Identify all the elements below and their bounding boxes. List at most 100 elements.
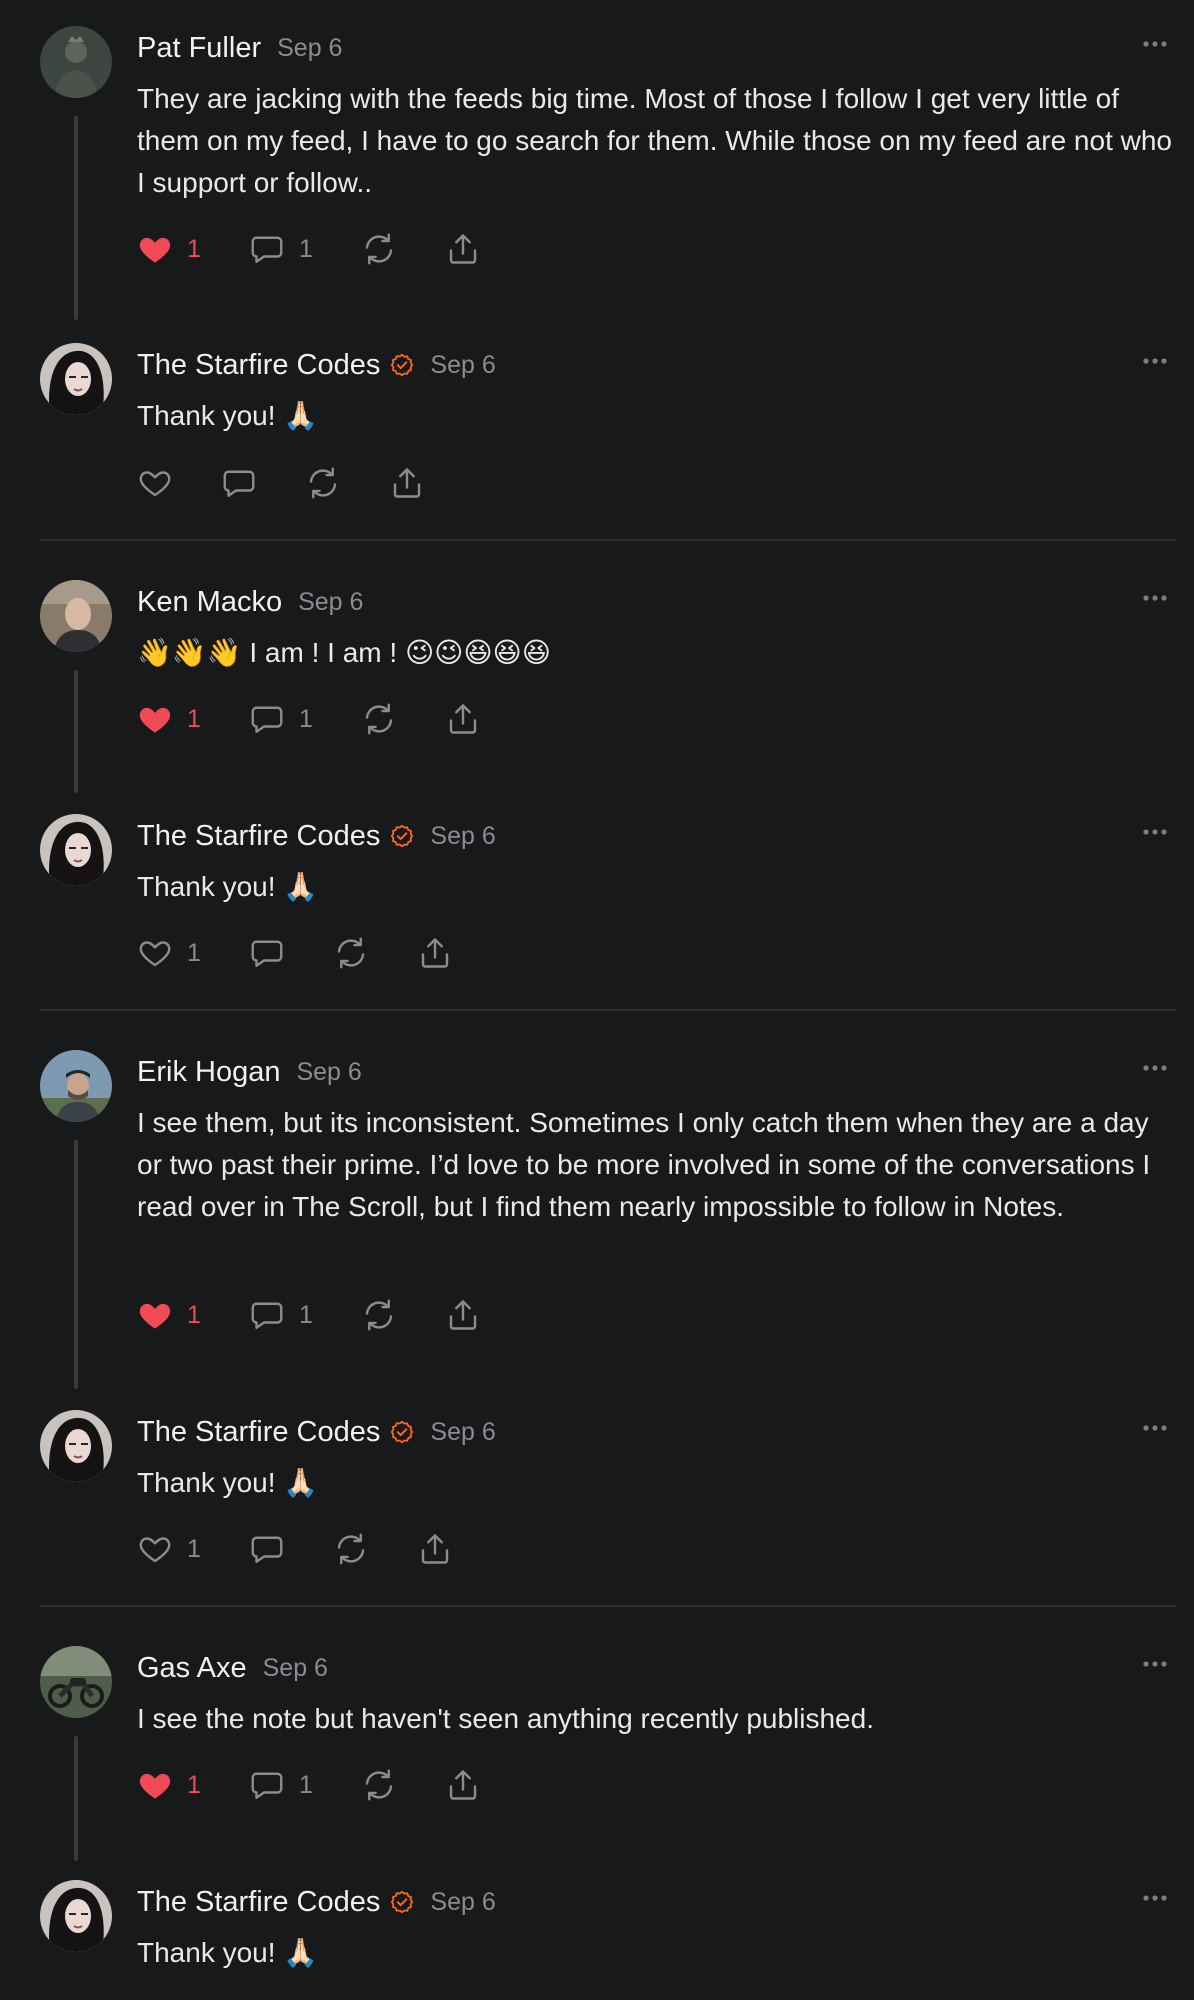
more-dots-icon[interactable] [1140, 351, 1170, 371]
note: Ken Macko Sep 6 👋👋👋 I am ! I am ! 😉😉😆😆😆 [0, 580, 1194, 700]
comment-button[interactable]: 1 [249, 699, 313, 739]
avatar[interactable] [40, 1880, 112, 1952]
heart-icon [137, 701, 173, 737]
more-dots-icon[interactable] [1140, 1654, 1170, 1674]
share-button[interactable] [445, 699, 481, 739]
note-date[interactable]: Sep 6 [430, 1418, 495, 1447]
avatar[interactable] [40, 814, 112, 886]
note: The Starfire Codes Sep 6 Thank you! 🙏🏻 [0, 343, 1194, 463]
comment-button[interactable]: 1 [249, 1765, 313, 1805]
more-dots-icon[interactable] [1140, 822, 1170, 842]
share-icon [417, 1531, 453, 1567]
restack-button[interactable] [333, 933, 369, 973]
note-actions: 1 [137, 1529, 537, 1569]
share-button[interactable] [389, 463, 425, 503]
heart-icon [137, 935, 173, 971]
restack-icon [305, 465, 341, 501]
like-button[interactable]: 1 [137, 933, 201, 973]
restack-button[interactable] [361, 1295, 397, 1335]
note-date[interactable]: Sep 6 [296, 1058, 361, 1087]
author-name[interactable]: Ken Macko [137, 586, 282, 619]
share-icon [445, 231, 481, 267]
restack-button[interactable] [333, 1529, 369, 1569]
thread-divider [40, 1009, 1176, 1011]
like-button[interactable]: 1 [137, 699, 201, 739]
note-text: Thank you! 🙏🏻 [137, 1937, 319, 1968]
comment-button[interactable]: 1 [249, 1295, 313, 1335]
avatar[interactable] [40, 1410, 112, 1482]
comment-bubble-icon [249, 1767, 285, 1803]
avatar[interactable] [40, 1050, 112, 1122]
note-text: Thank you! 🙏🏻 [137, 1467, 319, 1498]
author-name[interactable]: Gas Axe [137, 1652, 247, 1685]
more-dots-icon[interactable] [1140, 1058, 1170, 1078]
note-header: Ken Macko Sep 6 [137, 584, 363, 620]
note-date[interactable]: Sep 6 [430, 822, 495, 851]
note-date[interactable]: Sep 6 [430, 1888, 495, 1917]
note-actions: 11 [137, 229, 537, 269]
more-dots-icon[interactable] [1140, 588, 1170, 608]
verified-badge-icon [390, 824, 414, 848]
thread-divider [40, 539, 1176, 541]
note: Erik Hogan Sep 6 I see them, but its incon… [0, 1050, 1194, 1222]
restack-button[interactable] [361, 1765, 397, 1805]
comment-button[interactable]: 1 [249, 229, 313, 269]
note-date[interactable]: Sep 6 [298, 588, 363, 617]
restack-button[interactable] [305, 463, 341, 503]
like-button[interactable]: 1 [137, 229, 201, 269]
like-button[interactable]: 1 [137, 1295, 201, 1335]
avatar[interactable] [40, 343, 112, 415]
share-button[interactable] [445, 1295, 481, 1335]
share-button[interactable] [417, 1529, 453, 1569]
restack-button[interactable] [361, 699, 397, 739]
restack-button[interactable] [361, 229, 397, 269]
note-header: Erik Hogan Sep 6 [137, 1054, 362, 1090]
share-icon [417, 935, 453, 971]
heart-icon [137, 465, 173, 501]
like-count: 1 [187, 704, 201, 733]
restack-icon [361, 231, 397, 267]
author-name[interactable]: The Starfire Codes [137, 1416, 380, 1449]
avatar[interactable] [40, 26, 112, 98]
share-icon [389, 465, 425, 501]
note-actions: 11 [137, 699, 537, 739]
comment-button[interactable] [221, 463, 257, 503]
comment-button[interactable] [249, 1529, 285, 1569]
author-name[interactable]: Erik Hogan [137, 1056, 280, 1089]
restack-icon [333, 1531, 369, 1567]
note-date[interactable]: Sep 6 [263, 1654, 328, 1683]
note-text: I see the note but haven't seen anything… [137, 1703, 874, 1734]
author-name[interactable]: Pat Fuller [137, 32, 261, 65]
author-name[interactable]: The Starfire Codes [137, 820, 380, 853]
note-text: 👋👋👋 I am ! I am ! 😉😉😆😆😆 [137, 637, 551, 668]
avatar[interactable] [40, 1646, 112, 1718]
note-date[interactable]: Sep 6 [430, 351, 495, 380]
comment-bubble-icon [221, 465, 257, 501]
author-name[interactable]: The Starfire Codes [137, 1886, 380, 1919]
comment-button[interactable] [249, 933, 285, 973]
like-button[interactable]: 1 [137, 1529, 201, 1569]
share-button[interactable] [417, 933, 453, 973]
note-date[interactable]: Sep 6 [277, 34, 342, 63]
share-icon [445, 701, 481, 737]
like-count: 1 [187, 938, 201, 967]
share-button[interactable] [445, 229, 481, 269]
comment-count: 1 [299, 1300, 313, 1329]
more-dots-icon[interactable] [1140, 1418, 1170, 1438]
note-actions: 11 [137, 1765, 537, 1805]
like-button[interactable]: 1 [137, 1765, 201, 1805]
note: The Starfire Codes Sep 6 Thank you! 🙏🏻 [0, 1410, 1194, 1530]
note-text: Thank you! 🙏🏻 [137, 871, 319, 902]
note-text: They are jacking with the feeds big time… [137, 83, 1172, 198]
thread-divider [40, 1605, 1176, 1607]
avatar[interactable] [40, 580, 112, 652]
author-name[interactable]: The Starfire Codes [137, 349, 380, 382]
verified-badge-icon [390, 353, 414, 377]
more-dots-icon[interactable] [1140, 34, 1170, 54]
like-button[interactable] [137, 463, 173, 503]
note-header: The Starfire Codes Sep 6 [137, 347, 496, 383]
share-button[interactable] [445, 1765, 481, 1805]
more-dots-icon[interactable] [1140, 1888, 1170, 1908]
verified-badge-icon [390, 1890, 414, 1914]
note: Gas Axe Sep 6 I see the note but haven't s… [0, 1646, 1194, 1766]
